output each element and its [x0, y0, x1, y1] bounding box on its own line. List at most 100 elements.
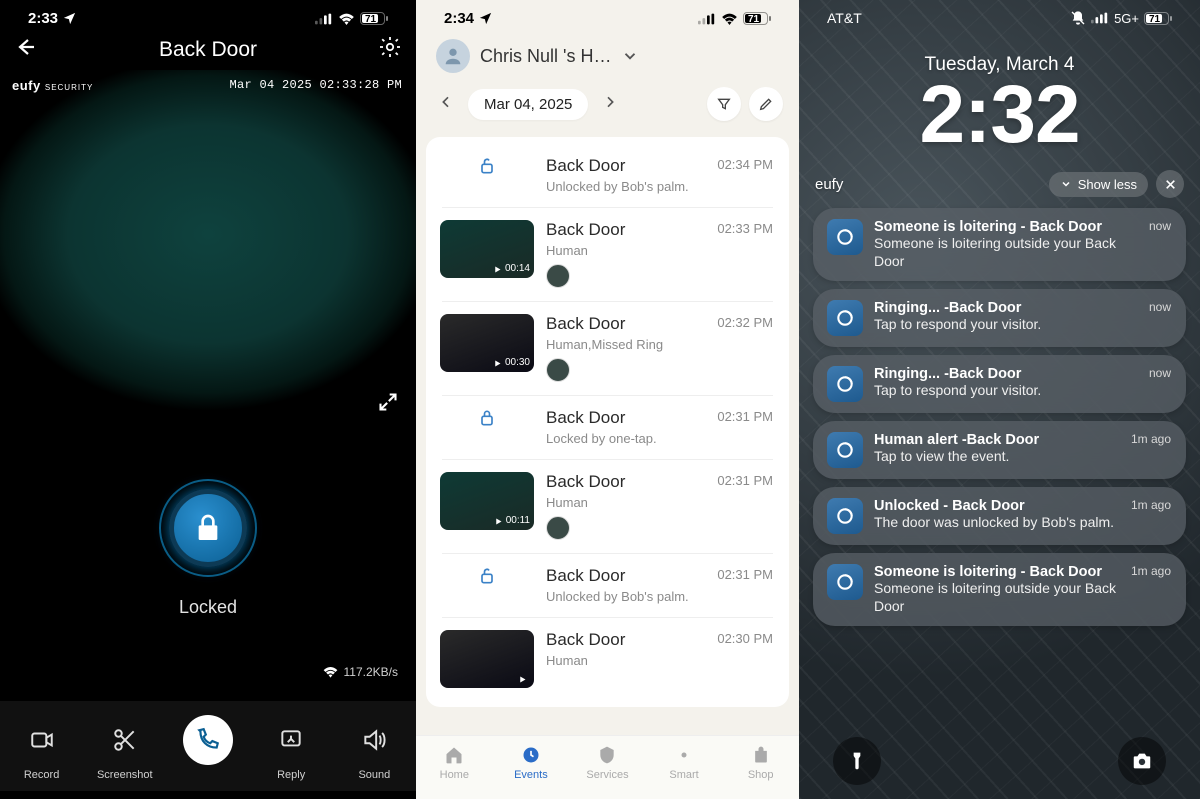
- nav-home[interactable]: Home: [424, 744, 484, 781]
- person-icon: [442, 45, 464, 67]
- date-pill[interactable]: Mar 04, 2025: [468, 89, 588, 120]
- event-subtitle: Human: [546, 495, 775, 510]
- notification[interactable]: Ringing... -Back DoorTap to respond your…: [813, 289, 1186, 347]
- location-icon: [62, 11, 77, 26]
- date-next-button[interactable]: [596, 94, 624, 115]
- pencil-icon: [758, 96, 774, 112]
- notification-time: 1m ago: [1131, 564, 1171, 578]
- reply-button[interactable]: Reply: [256, 715, 326, 781]
- edit-button[interactable]: [749, 87, 783, 121]
- show-less-button[interactable]: Show less: [1049, 172, 1148, 197]
- event-subtitle: Human: [546, 653, 775, 668]
- sound-button[interactable]: Sound: [339, 715, 409, 781]
- notification[interactable]: Human alert -Back DoorTap to view the ev…: [813, 421, 1186, 479]
- unlock-icon: [477, 566, 497, 591]
- svg-text:71: 71: [1149, 14, 1161, 25]
- notification-time: 1m ago: [1131, 498, 1171, 512]
- status-time: 2:33: [28, 10, 58, 27]
- nav-icon: [731, 744, 791, 766]
- event-time: 02:31 PM: [717, 409, 773, 424]
- flashlight-button[interactable]: [833, 737, 881, 785]
- notification[interactable]: Someone is loitering - Back DoorSomeone …: [813, 553, 1186, 626]
- arrow-left-icon: [14, 35, 38, 59]
- lockscreen-pane: AT&T 5G+ 71 Tuesday, March 4 2:32 eufy S…: [799, 0, 1200, 799]
- notification[interactable]: Someone is loitering - Back DoorSomeone …: [813, 208, 1186, 281]
- app-icon: [827, 432, 863, 468]
- event-subtitle: Locked by one-tap.: [546, 431, 775, 446]
- lockscreen-time: 2:32: [799, 74, 1200, 156]
- notification[interactable]: Tap to view the event.: [819, 631, 1181, 687]
- app-icon: [827, 498, 863, 534]
- nav-events[interactable]: Events: [501, 744, 561, 781]
- date-prev-button[interactable]: [432, 94, 460, 115]
- video-timestamp: Mar 04 2025 02:33:28 PM: [229, 78, 402, 92]
- flashlight-icon: [847, 751, 867, 771]
- event-row[interactable]: Back DoorUnlocked by Bob's palm.02:34 PM: [426, 143, 789, 207]
- back-button[interactable]: [14, 35, 38, 64]
- filter-button[interactable]: [707, 87, 741, 121]
- nav-services[interactable]: Services: [577, 744, 637, 781]
- chevron-down-icon: [621, 47, 639, 65]
- video-icon: [29, 727, 55, 753]
- settings-button[interactable]: [378, 35, 402, 64]
- notification[interactable]: Ringing... -Back DoorTap to respond your…: [813, 355, 1186, 413]
- event-time: 02:32 PM: [717, 315, 773, 330]
- statusbar: 2:33 71: [0, 0, 416, 27]
- event-thumbnail: 00:30: [440, 314, 534, 372]
- chevron-right-icon: [602, 94, 618, 110]
- cell-signal-icon: [1091, 12, 1109, 24]
- page-title: Back Door: [159, 38, 257, 62]
- notification-title: Someone is loitering - Back Door: [874, 564, 1128, 580]
- event-row[interactable]: 00:14Back DoorHuman02:33 PM: [426, 207, 789, 301]
- wifi-icon: [338, 13, 355, 25]
- notification-body: Someone is loitering outside your Back D…: [874, 580, 1128, 615]
- camera-button[interactable]: [1118, 737, 1166, 785]
- account-selector[interactable]: Chris Null 's H…: [416, 27, 799, 77]
- notification-body: Tap to view the event.: [878, 642, 1167, 659]
- fullscreen-button[interactable]: [378, 392, 398, 417]
- event-row[interactable]: Back DoorHuman02:30 PM: [426, 617, 789, 701]
- network-speed: 117.2KB/s: [323, 665, 398, 679]
- unlock-icon: [477, 156, 497, 181]
- statusbar: 2:34 71: [416, 0, 799, 27]
- face-thumbnail: [546, 516, 570, 540]
- screenshot-button[interactable]: Screenshot: [90, 715, 160, 781]
- event-row[interactable]: Back DoorUnlocked by Bob's palm.02:31 PM: [426, 553, 789, 617]
- lock-icon: [192, 512, 224, 544]
- dismiss-group-button[interactable]: [1156, 170, 1184, 198]
- reply-icon: [278, 727, 304, 753]
- event-row[interactable]: Back DoorLocked by one-tap.02:31 PM: [426, 395, 789, 459]
- lock-toggle-button[interactable]: [153, 473, 263, 583]
- events-list: Back DoorUnlocked by Bob's palm.02:34 PM…: [426, 137, 789, 707]
- notification-time: now: [1149, 366, 1171, 380]
- face-thumbnail: [546, 358, 570, 382]
- lock-state-label: Locked: [0, 597, 416, 618]
- nav-label: Shop: [731, 769, 791, 781]
- notification-time: now: [1149, 300, 1171, 314]
- app-icon: [832, 642, 867, 677]
- nav-shop[interactable]: Shop: [731, 744, 791, 781]
- cell-signal-icon: [698, 13, 716, 25]
- chevron-down-icon: [1060, 178, 1072, 190]
- nav-smart[interactable]: Smart: [654, 744, 714, 781]
- chevron-left-icon: [438, 94, 454, 110]
- talk-button[interactable]: [173, 715, 243, 781]
- notification[interactable]: Unlocked - Back DoorThe door was unlocke…: [813, 487, 1186, 545]
- nav-icon: [654, 744, 714, 766]
- face-thumbnail: [546, 264, 570, 288]
- live-view-pane: 2:33 71 Back Door eufy SECURITY Mar 04 2…: [0, 0, 416, 799]
- video-watermark: eufy SECURITY: [12, 78, 93, 93]
- event-time: 02:34 PM: [717, 157, 773, 172]
- notification-title: Human alert -Back Door: [874, 432, 1128, 448]
- record-button[interactable]: Record: [7, 715, 77, 781]
- event-row[interactable]: 00:11Back DoorHuman02:31 PM: [426, 459, 789, 553]
- notification-title: Ringing... -Back Door: [874, 366, 1128, 382]
- event-subtitle: Human: [546, 243, 775, 258]
- event-subtitle: Unlocked by Bob's palm.: [546, 179, 775, 194]
- video-area[interactable]: eufy SECURITY Mar 04 2025 02:33:28 PM: [0, 70, 416, 435]
- notification-title: Unlocked - Back Door: [874, 498, 1128, 514]
- event-time: 02:31 PM: [717, 473, 773, 488]
- camera-icon: [1131, 750, 1153, 772]
- event-thumbnail: 00:14: [440, 220, 534, 278]
- event-row[interactable]: 00:30Back DoorHuman,Missed Ring02:32 PM: [426, 301, 789, 395]
